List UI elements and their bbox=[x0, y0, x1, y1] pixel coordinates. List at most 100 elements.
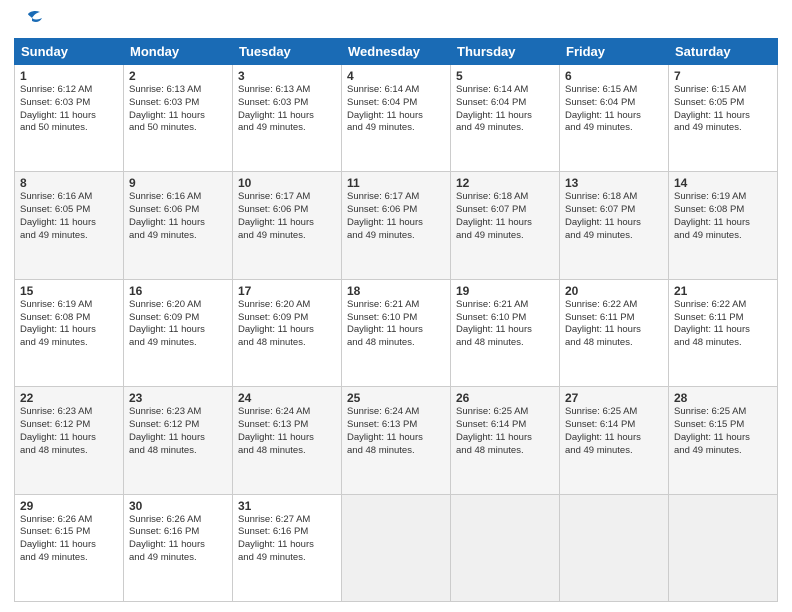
table-row: 29Sunrise: 6:26 AM Sunset: 6:15 PM Dayli… bbox=[15, 494, 124, 601]
table-row: 20Sunrise: 6:22 AM Sunset: 6:11 PM Dayli… bbox=[560, 279, 669, 386]
day-number: 26 bbox=[456, 391, 554, 405]
table-row: 24Sunrise: 6:24 AM Sunset: 6:13 PM Dayli… bbox=[233, 387, 342, 494]
day-number: 3 bbox=[238, 69, 336, 83]
table-row bbox=[669, 494, 778, 601]
day-info: Sunrise: 6:27 AM Sunset: 6:16 PM Dayligh… bbox=[238, 514, 336, 565]
day-info: Sunrise: 6:24 AM Sunset: 6:13 PM Dayligh… bbox=[238, 406, 336, 457]
table-row bbox=[342, 494, 451, 601]
table-row: 4Sunrise: 6:14 AM Sunset: 6:04 PM Daylig… bbox=[342, 65, 451, 172]
table-row: 31Sunrise: 6:27 AM Sunset: 6:16 PM Dayli… bbox=[233, 494, 342, 601]
day-info: Sunrise: 6:16 AM Sunset: 6:05 PM Dayligh… bbox=[20, 191, 118, 242]
table-row: 14Sunrise: 6:19 AM Sunset: 6:08 PM Dayli… bbox=[669, 172, 778, 279]
day-info: Sunrise: 6:26 AM Sunset: 6:15 PM Dayligh… bbox=[20, 514, 118, 565]
day-info: Sunrise: 6:23 AM Sunset: 6:12 PM Dayligh… bbox=[129, 406, 227, 457]
calendar-table: Sunday Monday Tuesday Wednesday Thursday… bbox=[14, 38, 778, 602]
day-info: Sunrise: 6:25 AM Sunset: 6:15 PM Dayligh… bbox=[674, 406, 772, 457]
day-info: Sunrise: 6:20 AM Sunset: 6:09 PM Dayligh… bbox=[129, 299, 227, 350]
table-row: 18Sunrise: 6:21 AM Sunset: 6:10 PM Dayli… bbox=[342, 279, 451, 386]
col-tuesday: Tuesday bbox=[233, 39, 342, 65]
day-number: 29 bbox=[20, 499, 118, 513]
table-row: 2Sunrise: 6:13 AM Sunset: 6:03 PM Daylig… bbox=[124, 65, 233, 172]
day-number: 4 bbox=[347, 69, 445, 83]
logo bbox=[14, 10, 46, 32]
day-number: 8 bbox=[20, 176, 118, 190]
day-number: 27 bbox=[565, 391, 663, 405]
day-number: 20 bbox=[565, 284, 663, 298]
day-info: Sunrise: 6:25 AM Sunset: 6:14 PM Dayligh… bbox=[565, 406, 663, 457]
day-info: Sunrise: 6:22 AM Sunset: 6:11 PM Dayligh… bbox=[674, 299, 772, 350]
day-info: Sunrise: 6:17 AM Sunset: 6:06 PM Dayligh… bbox=[238, 191, 336, 242]
table-row: 28Sunrise: 6:25 AM Sunset: 6:15 PM Dayli… bbox=[669, 387, 778, 494]
day-info: Sunrise: 6:23 AM Sunset: 6:12 PM Dayligh… bbox=[20, 406, 118, 457]
day-info: Sunrise: 6:15 AM Sunset: 6:05 PM Dayligh… bbox=[674, 84, 772, 135]
day-number: 7 bbox=[674, 69, 772, 83]
day-number: 14 bbox=[674, 176, 772, 190]
day-number: 22 bbox=[20, 391, 118, 405]
table-row: 17Sunrise: 6:20 AM Sunset: 6:09 PM Dayli… bbox=[233, 279, 342, 386]
day-number: 12 bbox=[456, 176, 554, 190]
table-row: 7Sunrise: 6:15 AM Sunset: 6:05 PM Daylig… bbox=[669, 65, 778, 172]
day-info: Sunrise: 6:25 AM Sunset: 6:14 PM Dayligh… bbox=[456, 406, 554, 457]
day-number: 16 bbox=[129, 284, 227, 298]
table-row: 27Sunrise: 6:25 AM Sunset: 6:14 PM Dayli… bbox=[560, 387, 669, 494]
day-info: Sunrise: 6:15 AM Sunset: 6:04 PM Dayligh… bbox=[565, 84, 663, 135]
col-saturday: Saturday bbox=[669, 39, 778, 65]
day-number: 15 bbox=[20, 284, 118, 298]
table-row: 1Sunrise: 6:12 AM Sunset: 6:03 PM Daylig… bbox=[15, 65, 124, 172]
page: Sunday Monday Tuesday Wednesday Thursday… bbox=[0, 0, 792, 612]
table-row: 8Sunrise: 6:16 AM Sunset: 6:05 PM Daylig… bbox=[15, 172, 124, 279]
calendar-header-row: Sunday Monday Tuesday Wednesday Thursday… bbox=[15, 39, 778, 65]
day-number: 2 bbox=[129, 69, 227, 83]
table-row: 30Sunrise: 6:26 AM Sunset: 6:16 PM Dayli… bbox=[124, 494, 233, 601]
table-row: 9Sunrise: 6:16 AM Sunset: 6:06 PM Daylig… bbox=[124, 172, 233, 279]
day-number: 13 bbox=[565, 176, 663, 190]
table-row: 23Sunrise: 6:23 AM Sunset: 6:12 PM Dayli… bbox=[124, 387, 233, 494]
day-number: 6 bbox=[565, 69, 663, 83]
day-info: Sunrise: 6:18 AM Sunset: 6:07 PM Dayligh… bbox=[456, 191, 554, 242]
day-number: 5 bbox=[456, 69, 554, 83]
day-number: 31 bbox=[238, 499, 336, 513]
table-row: 15Sunrise: 6:19 AM Sunset: 6:08 PM Dayli… bbox=[15, 279, 124, 386]
table-row bbox=[560, 494, 669, 601]
header bbox=[14, 10, 778, 32]
day-number: 30 bbox=[129, 499, 227, 513]
table-row: 11Sunrise: 6:17 AM Sunset: 6:06 PM Dayli… bbox=[342, 172, 451, 279]
table-row: 13Sunrise: 6:18 AM Sunset: 6:07 PM Dayli… bbox=[560, 172, 669, 279]
table-row bbox=[451, 494, 560, 601]
table-row: 22Sunrise: 6:23 AM Sunset: 6:12 PM Dayli… bbox=[15, 387, 124, 494]
day-info: Sunrise: 6:18 AM Sunset: 6:07 PM Dayligh… bbox=[565, 191, 663, 242]
day-info: Sunrise: 6:20 AM Sunset: 6:09 PM Dayligh… bbox=[238, 299, 336, 350]
day-number: 9 bbox=[129, 176, 227, 190]
table-row: 12Sunrise: 6:18 AM Sunset: 6:07 PM Dayli… bbox=[451, 172, 560, 279]
day-info: Sunrise: 6:21 AM Sunset: 6:10 PM Dayligh… bbox=[456, 299, 554, 350]
table-row: 26Sunrise: 6:25 AM Sunset: 6:14 PM Dayli… bbox=[451, 387, 560, 494]
table-row: 6Sunrise: 6:15 AM Sunset: 6:04 PM Daylig… bbox=[560, 65, 669, 172]
day-info: Sunrise: 6:19 AM Sunset: 6:08 PM Dayligh… bbox=[674, 191, 772, 242]
table-row: 25Sunrise: 6:24 AM Sunset: 6:13 PM Dayli… bbox=[342, 387, 451, 494]
day-number: 23 bbox=[129, 391, 227, 405]
day-info: Sunrise: 6:12 AM Sunset: 6:03 PM Dayligh… bbox=[20, 84, 118, 135]
table-row: 10Sunrise: 6:17 AM Sunset: 6:06 PM Dayli… bbox=[233, 172, 342, 279]
day-info: Sunrise: 6:14 AM Sunset: 6:04 PM Dayligh… bbox=[456, 84, 554, 135]
day-number: 28 bbox=[674, 391, 772, 405]
table-row: 5Sunrise: 6:14 AM Sunset: 6:04 PM Daylig… bbox=[451, 65, 560, 172]
day-info: Sunrise: 6:24 AM Sunset: 6:13 PM Dayligh… bbox=[347, 406, 445, 457]
day-info: Sunrise: 6:19 AM Sunset: 6:08 PM Dayligh… bbox=[20, 299, 118, 350]
day-number: 18 bbox=[347, 284, 445, 298]
day-info: Sunrise: 6:14 AM Sunset: 6:04 PM Dayligh… bbox=[347, 84, 445, 135]
logo-bird-icon bbox=[14, 10, 44, 32]
day-number: 10 bbox=[238, 176, 336, 190]
day-info: Sunrise: 6:13 AM Sunset: 6:03 PM Dayligh… bbox=[238, 84, 336, 135]
table-row: 16Sunrise: 6:20 AM Sunset: 6:09 PM Dayli… bbox=[124, 279, 233, 386]
col-friday: Friday bbox=[560, 39, 669, 65]
day-number: 17 bbox=[238, 284, 336, 298]
day-info: Sunrise: 6:22 AM Sunset: 6:11 PM Dayligh… bbox=[565, 299, 663, 350]
day-info: Sunrise: 6:16 AM Sunset: 6:06 PM Dayligh… bbox=[129, 191, 227, 242]
day-info: Sunrise: 6:13 AM Sunset: 6:03 PM Dayligh… bbox=[129, 84, 227, 135]
day-number: 19 bbox=[456, 284, 554, 298]
col-sunday: Sunday bbox=[15, 39, 124, 65]
table-row: 19Sunrise: 6:21 AM Sunset: 6:10 PM Dayli… bbox=[451, 279, 560, 386]
day-number: 24 bbox=[238, 391, 336, 405]
col-thursday: Thursday bbox=[451, 39, 560, 65]
day-number: 1 bbox=[20, 69, 118, 83]
